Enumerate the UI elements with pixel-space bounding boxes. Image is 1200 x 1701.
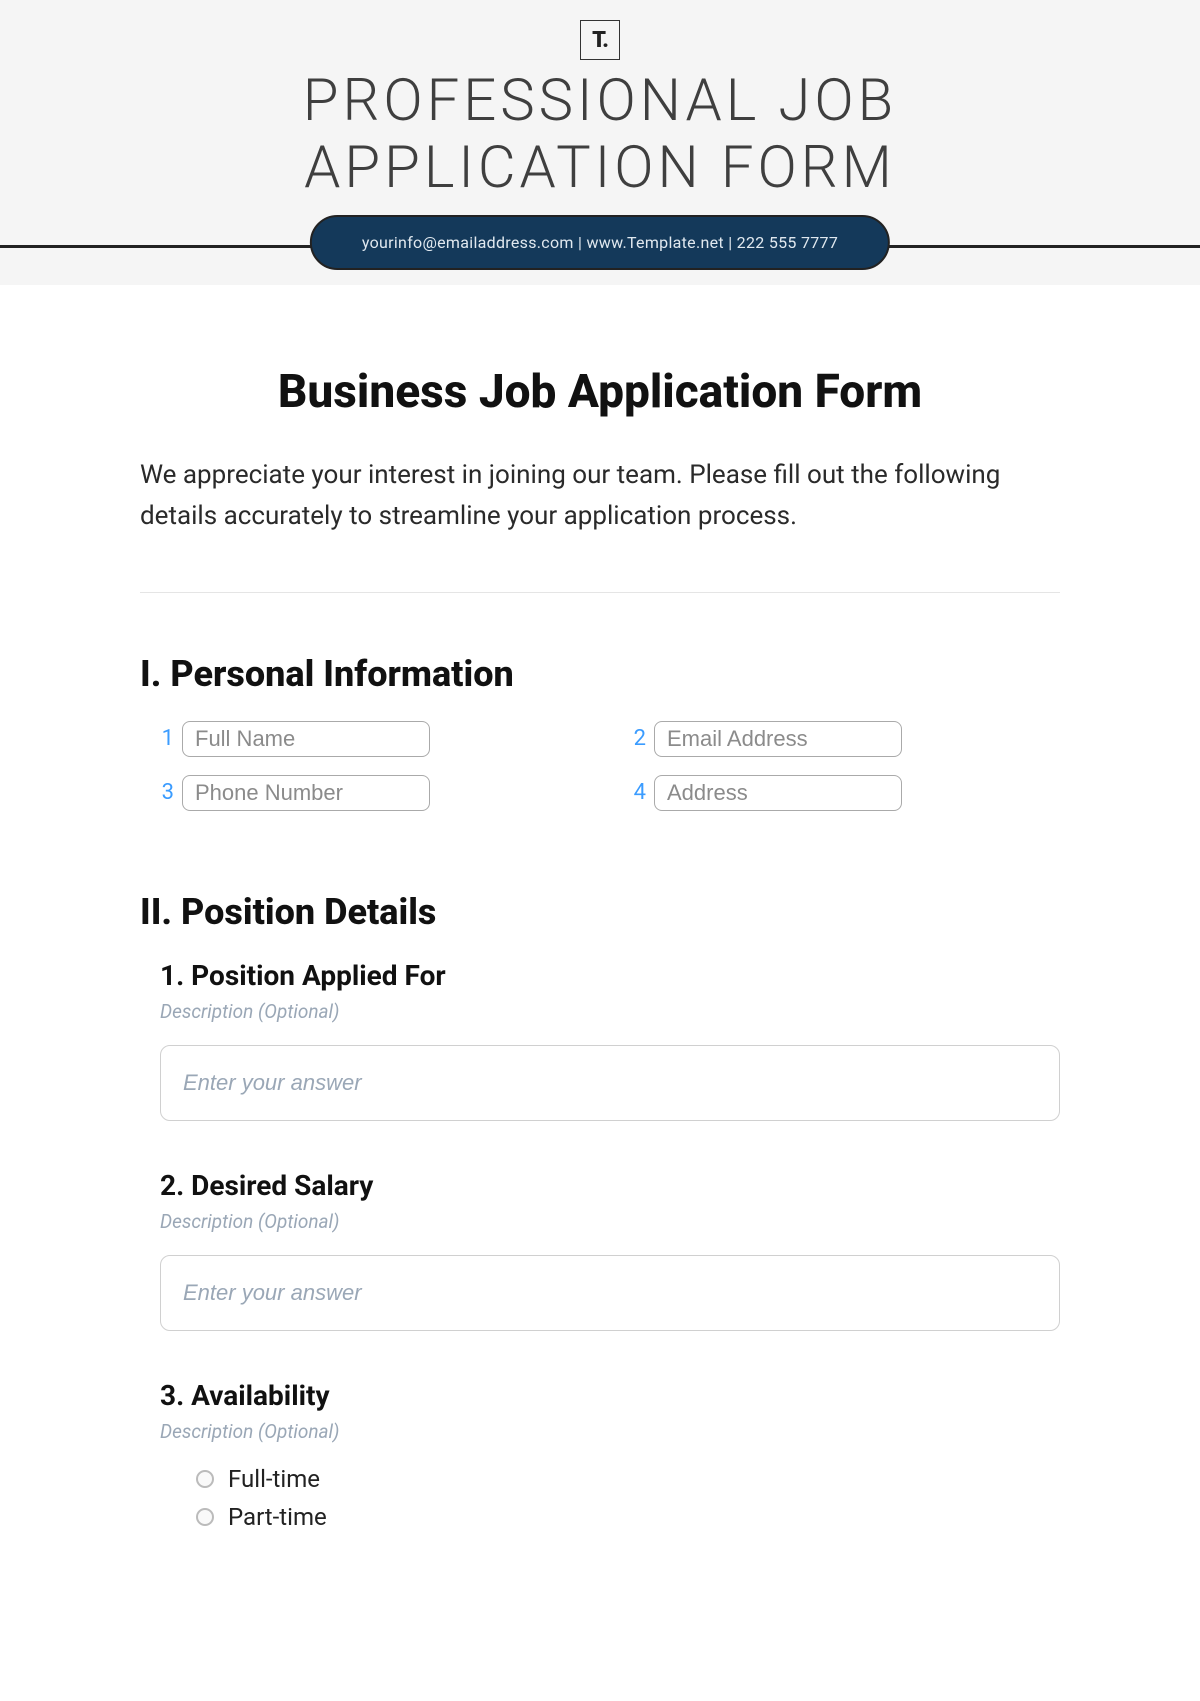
- question-salary: 2. Desired Salary Description (Optional): [140, 1169, 1060, 1331]
- field-number: 2: [628, 726, 646, 751]
- phone-input[interactable]: [182, 775, 430, 811]
- radio-label: Full-time: [228, 1465, 320, 1493]
- field-number: 1: [156, 726, 174, 751]
- main-title: PROFESSIONAL JOB APPLICATION FORM: [0, 68, 1200, 201]
- field-email: 2: [628, 721, 1060, 757]
- header-rule: yourinfo@emailaddress.com | www.Template…: [0, 215, 1200, 285]
- title-line-1: PROFESSIONAL JOB: [303, 67, 897, 135]
- question-position: 1. Position Applied For Description (Opt…: [140, 959, 1060, 1121]
- question-title: 3. Availability: [160, 1379, 1060, 1412]
- personal-info-grid: 1 2 3 4: [140, 721, 1060, 811]
- radio-icon: [196, 1470, 214, 1488]
- section-divider: [140, 592, 1060, 593]
- field-full-name: 1: [156, 721, 588, 757]
- field-number: 3: [156, 780, 174, 805]
- field-phone: 3: [156, 775, 588, 811]
- radio-icon: [196, 1508, 214, 1526]
- radio-fulltime[interactable]: Full-time: [196, 1465, 1060, 1493]
- field-number: 4: [628, 780, 646, 805]
- full-name-input[interactable]: [182, 721, 430, 757]
- contact-pill: yourinfo@emailaddress.com | www.Template…: [310, 215, 890, 270]
- logo-text: T.: [592, 28, 608, 53]
- question-title: 1. Position Applied For: [160, 959, 1060, 992]
- question-description: Description (Optional): [160, 1210, 1060, 1233]
- radio-label: Part-time: [228, 1503, 327, 1531]
- header-band: T. PROFESSIONAL JOB APPLICATION FORM you…: [0, 0, 1200, 285]
- position-input[interactable]: [160, 1045, 1060, 1121]
- address-input[interactable]: [654, 775, 902, 811]
- radio-parttime[interactable]: Part-time: [196, 1503, 1060, 1531]
- section-2-heading: II. Position Details: [140, 891, 1060, 933]
- logo-box: T.: [580, 20, 620, 60]
- question-availability: 3. Availability Description (Optional) F…: [140, 1379, 1060, 1531]
- email-input[interactable]: [654, 721, 902, 757]
- question-description: Description (Optional): [160, 1420, 1060, 1443]
- intro-text: We appreciate your interest in joining o…: [140, 455, 1060, 536]
- form-title: Business Job Application Form: [140, 365, 1060, 419]
- salary-input[interactable]: [160, 1255, 1060, 1331]
- availability-options: Full-time Part-time: [160, 1465, 1060, 1531]
- contact-text: yourinfo@emailaddress.com | www.Template…: [362, 233, 838, 252]
- question-description: Description (Optional): [160, 1000, 1060, 1023]
- question-title: 2. Desired Salary: [160, 1169, 1060, 1202]
- section-1-heading: I. Personal Information: [140, 653, 1060, 695]
- field-address: 4: [628, 775, 1060, 811]
- title-line-2: APPLICATION FORM: [304, 134, 896, 202]
- form-content: Business Job Application Form We appreci…: [140, 285, 1060, 1619]
